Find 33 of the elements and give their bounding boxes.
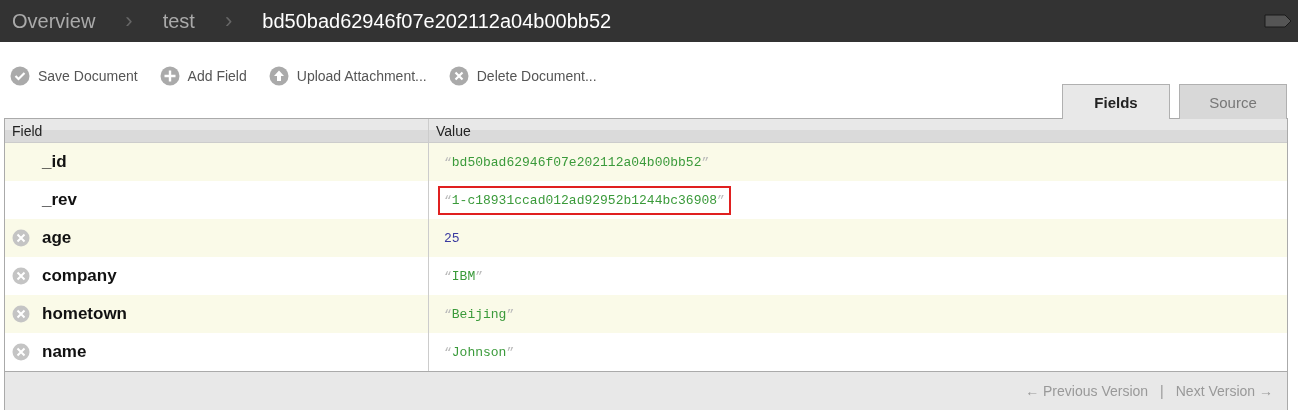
field-name: name xyxy=(42,342,87,362)
breadcrumb-separator: › xyxy=(125,8,133,34)
breadcrumb-link[interactable]: bd50bad62946f07e202112a04b00bb52 xyxy=(262,9,612,33)
remove-icon[interactable] xyxy=(12,229,30,247)
breadcrumb-link[interactable]: test xyxy=(162,9,195,33)
field-name: _rev xyxy=(42,190,77,210)
plus-icon xyxy=(159,65,180,86)
field-value: “bd50bad62946f07e202112a04b00bb52” xyxy=(443,153,711,172)
close-icon xyxy=(448,65,469,86)
column-header[interactable]: Field xyxy=(5,119,429,142)
field-value: “Beijing” xyxy=(443,305,516,324)
field-name: _id xyxy=(42,152,67,172)
toolbar-button[interactable]: Upload Attachment... xyxy=(268,67,427,84)
column-header[interactable]: Value xyxy=(429,119,1287,142)
tag-icon[interactable] xyxy=(1264,14,1292,28)
field-name: company xyxy=(42,266,117,286)
remove-icon[interactable] xyxy=(12,267,30,285)
remove-icon[interactable] xyxy=(12,305,30,323)
field-name: age xyxy=(42,228,72,248)
field-name: hometown xyxy=(42,304,127,324)
toolbar-button[interactable]: Delete Document... xyxy=(448,67,597,84)
toolbar-button[interactable]: Add Field xyxy=(159,67,247,84)
remove-icon[interactable] xyxy=(12,343,30,361)
footer-separator: | xyxy=(1160,383,1164,399)
field-value: “Johnson” xyxy=(443,343,516,362)
tab[interactable]: Fields xyxy=(1062,84,1170,119)
check-icon xyxy=(10,65,30,86)
field-value: “1-c18931ccad012ad92952b1244bc36908” xyxy=(438,185,731,215)
breadcrumb-link[interactable]: Overview xyxy=(12,9,96,33)
field-value: “IBM” xyxy=(443,267,485,286)
toolbar-button[interactable]: Save Document xyxy=(10,67,138,84)
breadcrumb-separator: › xyxy=(224,8,233,34)
field-value: 25 xyxy=(443,229,461,248)
